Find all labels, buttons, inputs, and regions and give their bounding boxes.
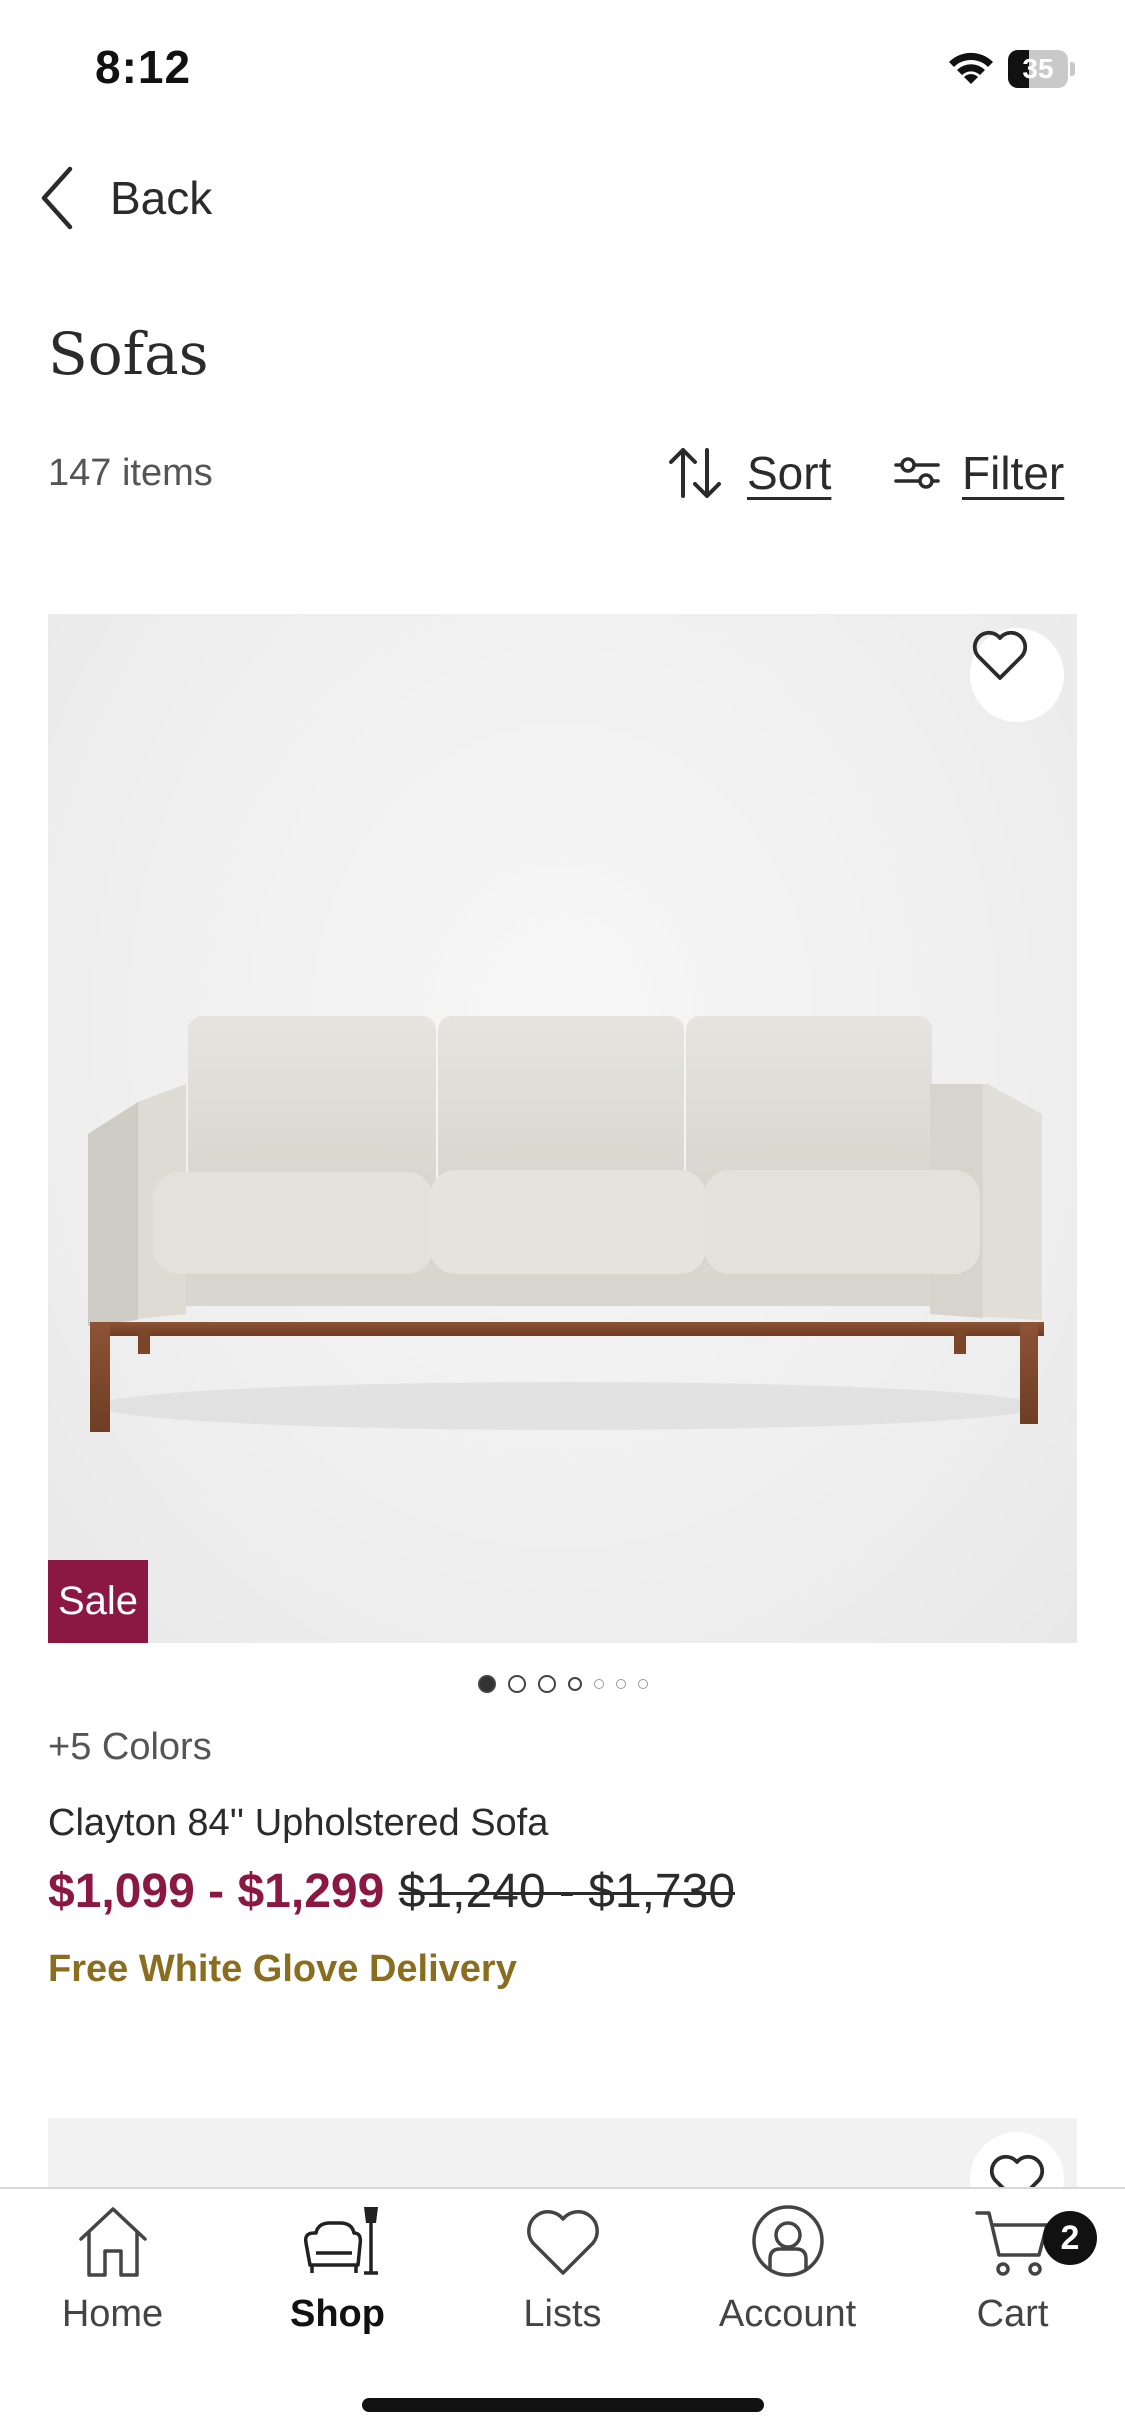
- back-label: Back: [110, 172, 213, 224]
- color-count[interactable]: +5 Colors: [48, 1726, 212, 1769]
- delivery-badge: Free White Glove Delivery: [48, 1948, 517, 1990]
- cart-count-badge: 2: [1043, 2211, 1097, 2265]
- carousel-dot[interactable]: [537, 1675, 556, 1693]
- battery-level: 35: [1022, 53, 1054, 84]
- tab-label: Lists: [523, 2293, 602, 2335]
- carousel-dot[interactable]: [593, 1679, 604, 1689]
- shop-icon: [303, 2207, 378, 2275]
- favorite-button[interactable]: [970, 628, 1064, 722]
- cart-icon: [974, 2211, 1049, 2276]
- filter-label: Filter: [962, 447, 1065, 499]
- image-carousel-dots[interactable]: [48, 1672, 1077, 1696]
- wifi-icon: [949, 52, 993, 84]
- status-bar: 8:12 35: [0, 0, 1125, 140]
- page-title: Sofas: [48, 320, 209, 388]
- heart-outline-icon: [972, 630, 1028, 680]
- results-toolbar: 147 items Sort Filter: [48, 440, 1078, 506]
- original-price: $1,240 - $1,730: [398, 1865, 736, 1918]
- sort-label: Sort: [747, 447, 832, 499]
- heart-outline-icon: [989, 2154, 1045, 2188]
- next-product-image[interactable]: [48, 2118, 1077, 2188]
- tab-label: Home: [61, 2293, 164, 2335]
- tab-label: Cart: [976, 2293, 1049, 2335]
- home-icon: [78, 2207, 147, 2277]
- tab-cart[interactable]: 2 Cart: [900, 2199, 1125, 2349]
- tab-home[interactable]: Home: [0, 2199, 225, 2349]
- home-indicator: [362, 2398, 764, 2412]
- filter-sliders-icon: [894, 457, 940, 489]
- tab-label: Shop: [290, 2293, 385, 2335]
- sofa-image: [88, 1016, 1044, 1432]
- tab-account[interactable]: Account: [675, 2199, 900, 2349]
- carousel-dot[interactable]: [567, 1677, 582, 1691]
- carousel-dot[interactable]: [615, 1679, 626, 1689]
- carousel-dot[interactable]: [507, 1675, 526, 1693]
- chevron-left-icon: [41, 166, 73, 230]
- back-button[interactable]: Back: [36, 158, 212, 238]
- tab-lists[interactable]: Lists: [450, 2199, 675, 2349]
- filter-button[interactable]: Filter: [894, 440, 1064, 506]
- heart-icon: [526, 2210, 599, 2275]
- sort-button[interactable]: Sort: [665, 440, 831, 506]
- item-count: 147 items: [48, 452, 213, 494]
- product-name[interactable]: Clayton 84'' Upholstered Sofa: [48, 1802, 548, 1845]
- next-favorite-button[interactable]: [970, 2132, 1064, 2188]
- sort-arrows-icon: [669, 448, 721, 498]
- tab-shop[interactable]: Shop: [225, 2199, 450, 2349]
- carousel-dot[interactable]: [477, 1675, 496, 1693]
- tab-label: Account: [718, 2293, 857, 2335]
- sale-badge: Sale: [48, 1560, 148, 1643]
- account-icon: [751, 2205, 824, 2277]
- price-row: $1,099 - $1,299 $1,240 - $1,730: [48, 1864, 735, 1919]
- sale-price: $1,099 - $1,299: [48, 1865, 385, 1918]
- product-image[interactable]: Sale: [48, 614, 1077, 1643]
- battery-icon: 35: [1008, 50, 1076, 88]
- carousel-dot[interactable]: [637, 1679, 648, 1689]
- status-time: 8:12: [95, 41, 192, 93]
